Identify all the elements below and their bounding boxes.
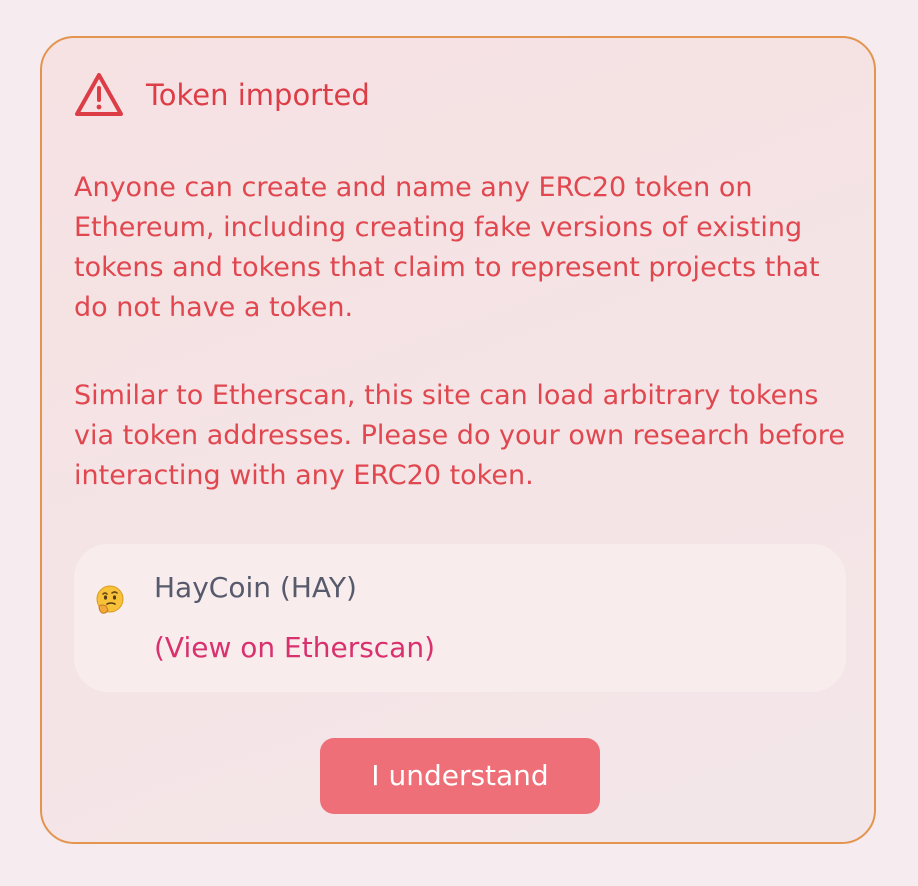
warning-paragraph-fake-tokens: Anyone can create and name any ERC20 tok… xyxy=(74,172,820,323)
warning-paragraph-research: Similar to Etherscan, this site can load… xyxy=(74,380,845,491)
i-understand-button[interactable]: I understand xyxy=(320,738,600,814)
dialog-title: Token imported xyxy=(146,78,370,112)
warning-triangle-icon xyxy=(74,72,124,118)
thinking-face-emoji-icon xyxy=(94,584,126,616)
token-warning-dialog: Token imported Anyone can create and nam… xyxy=(40,36,876,844)
token-info-box: HayCoin (HAY) (View on Etherscan) xyxy=(74,544,846,692)
token-name: HayCoin (HAY) xyxy=(154,571,357,604)
dialog-header: Token imported xyxy=(74,72,370,118)
view-on-etherscan-link[interactable]: (View on Etherscan) xyxy=(154,628,435,668)
